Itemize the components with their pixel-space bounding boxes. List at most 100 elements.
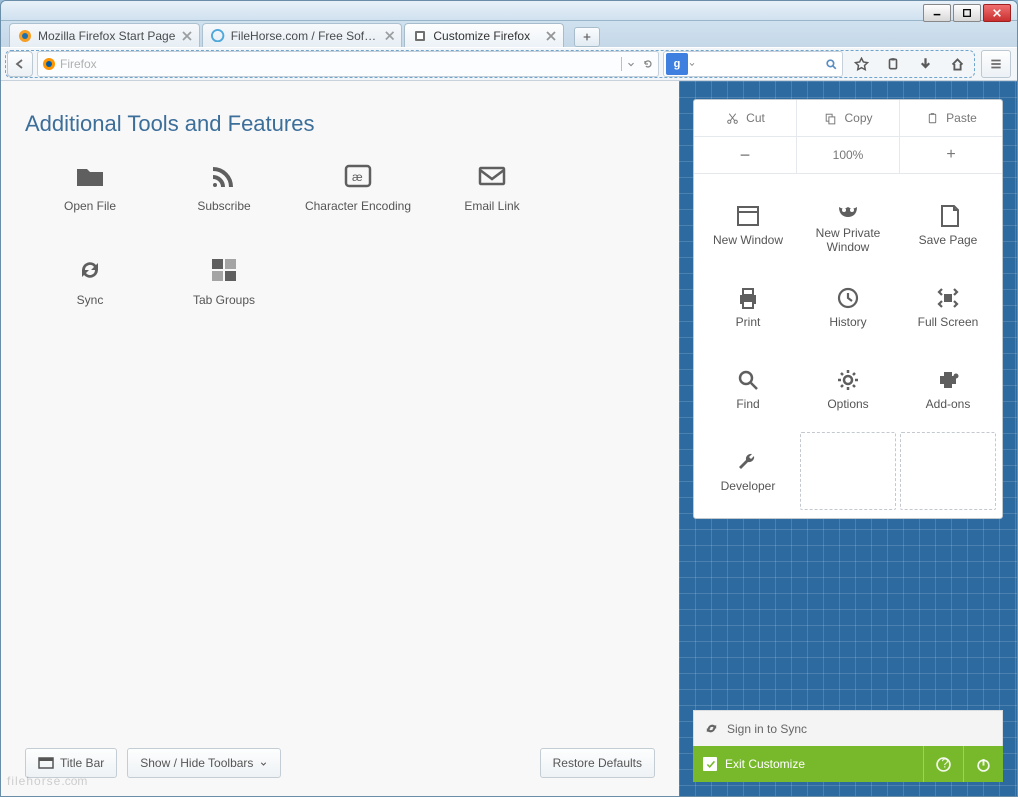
nav-toolbar: Firefox g	[1, 47, 1017, 81]
copy-button[interactable]: Copy	[796, 100, 899, 136]
firefox-icon	[18, 29, 32, 43]
help-button[interactable]	[923, 746, 963, 782]
sign-in-to-sync[interactable]: Sign in to Sync	[693, 710, 1003, 746]
tab-groups-icon	[207, 253, 241, 287]
tab-close-icon[interactable]	[545, 30, 557, 42]
search-provider-badge[interactable]: g	[666, 53, 688, 75]
zoom-level[interactable]: 100%	[796, 137, 899, 173]
check-icon	[703, 757, 717, 771]
paste-icon	[925, 111, 940, 126]
title-bar-toggle[interactable]: Title Bar	[25, 748, 117, 778]
tool-email-link[interactable]: Email Link	[427, 159, 557, 249]
menu-button[interactable]	[981, 50, 1011, 78]
fullscreen-icon	[934, 284, 962, 312]
button-label: Show / Hide Toolbars	[140, 756, 253, 770]
titlebar-icon	[38, 756, 54, 770]
tool-sync[interactable]: Sync	[25, 253, 155, 343]
tab-label: FileHorse.com / Free Softw...	[231, 29, 378, 43]
panel-save-page[interactable]: Save Page	[900, 186, 996, 264]
quit-button[interactable]	[963, 746, 1003, 782]
url-placeholder: Firefox	[60, 57, 617, 71]
menu-panel: Cut Copy Paste − 100% + New Window New P…	[693, 99, 1003, 519]
zoom-out-button[interactable]: −	[694, 137, 796, 173]
zoom-row: − 100% +	[694, 137, 1002, 174]
tools-grid: Open File Subscribe Character Encoding E…	[25, 159, 655, 343]
search-box[interactable]: g	[663, 51, 843, 77]
filehorse-icon	[211, 29, 224, 43]
bookmarks-list-icon[interactable]	[879, 51, 907, 77]
tab-strip: Mozilla Firefox Start Page FileHorse.com…	[1, 21, 1017, 47]
panel-options[interactable]: Options	[800, 350, 896, 428]
panel-developer[interactable]: Developer	[700, 432, 796, 510]
window-titlebar	[1, 1, 1017, 21]
home-icon[interactable]	[943, 51, 971, 77]
tool-open-file[interactable]: Open File	[25, 159, 155, 249]
sync-icon	[73, 253, 107, 287]
chevron-down-icon	[259, 759, 268, 768]
tool-subscribe[interactable]: Subscribe	[159, 159, 289, 249]
show-hide-toolbars-button[interactable]: Show / Hide Toolbars	[127, 748, 281, 778]
tool-label: Character Encoding	[305, 199, 411, 213]
puzzle-icon	[934, 366, 962, 394]
search-dropdown-icon[interactable]	[688, 60, 696, 68]
tool-label: Tab Groups	[193, 293, 255, 307]
panel-full-screen[interactable]: Full Screen	[900, 268, 996, 346]
rss-icon	[207, 159, 241, 193]
find-icon	[734, 366, 762, 394]
panel-addons[interactable]: Add-ons	[900, 350, 996, 428]
power-icon	[976, 757, 991, 772]
window-maximize-button[interactable]	[953, 4, 981, 22]
tab-customize[interactable]: Customize Firefox	[404, 23, 564, 47]
zoom-in-button[interactable]: +	[899, 137, 1002, 173]
folder-icon	[73, 159, 107, 193]
window-close-button[interactable]	[983, 4, 1011, 22]
tool-tab-groups[interactable]: Tab Groups	[159, 253, 289, 343]
panel-history[interactable]: History	[800, 268, 896, 346]
tool-label: Open File	[64, 199, 116, 213]
restore-defaults-button[interactable]: Restore Defaults	[540, 748, 655, 778]
exit-customize-button[interactable]: Exit Customize	[693, 757, 923, 771]
button-label: Title Bar	[60, 756, 104, 770]
panel-print[interactable]: Print	[700, 268, 796, 346]
tool-character-encoding[interactable]: Character Encoding	[293, 159, 423, 249]
panel-new-private-window[interactable]: New Private Window	[800, 186, 896, 264]
panel-drop-slot[interactable]	[900, 432, 996, 510]
exit-customize-bar: Exit Customize	[693, 746, 1003, 782]
panel-drop-slot[interactable]	[800, 432, 896, 510]
tab-start-page[interactable]: Mozilla Firefox Start Page	[9, 23, 200, 47]
gear-icon	[834, 366, 862, 394]
help-icon	[936, 757, 951, 772]
window-minimize-button[interactable]	[923, 4, 951, 22]
menu-panel-area: Cut Copy Paste − 100% + New Window New P…	[679, 81, 1017, 796]
customize-palette: Additional Tools and Features Open File …	[1, 81, 679, 796]
cut-button[interactable]: Cut	[694, 100, 796, 136]
url-dropdown-icon[interactable]	[626, 59, 636, 69]
page-icon	[934, 202, 962, 230]
panel-find[interactable]: Find	[700, 350, 796, 428]
search-go-icon[interactable]	[820, 58, 842, 71]
sync-small-icon	[704, 721, 719, 736]
browser-window: Mozilla Firefox Start Page FileHorse.com…	[0, 0, 1018, 797]
tab-close-icon[interactable]	[181, 30, 193, 42]
tool-label: Email Link	[464, 199, 519, 213]
tab-close-icon[interactable]	[384, 30, 395, 42]
panel-new-window[interactable]: New Window	[700, 186, 796, 264]
tab-label: Customize Firefox	[433, 29, 539, 43]
tab-filehorse[interactable]: FileHorse.com / Free Softw...	[202, 23, 402, 47]
tab-label: Mozilla Firefox Start Page	[38, 29, 175, 43]
firefox-identity-icon	[42, 57, 56, 71]
url-bar[interactable]: Firefox	[37, 51, 659, 77]
content-area: Additional Tools and Features Open File …	[1, 81, 1017, 796]
reload-icon[interactable]	[642, 58, 654, 70]
downloads-icon[interactable]	[911, 51, 939, 77]
new-tab-button[interactable]	[574, 27, 600, 47]
edit-row: Cut Copy Paste	[694, 100, 1002, 137]
paste-button[interactable]: Paste	[899, 100, 1002, 136]
print-icon	[734, 284, 762, 312]
back-button[interactable]	[7, 51, 33, 77]
bookmark-star-icon[interactable]	[847, 51, 875, 77]
wrench-icon	[734, 448, 762, 476]
window-icon	[734, 202, 762, 230]
url-cursor	[621, 57, 622, 71]
panel-items-grid: New Window New Private Window Save Page …	[694, 174, 1002, 518]
